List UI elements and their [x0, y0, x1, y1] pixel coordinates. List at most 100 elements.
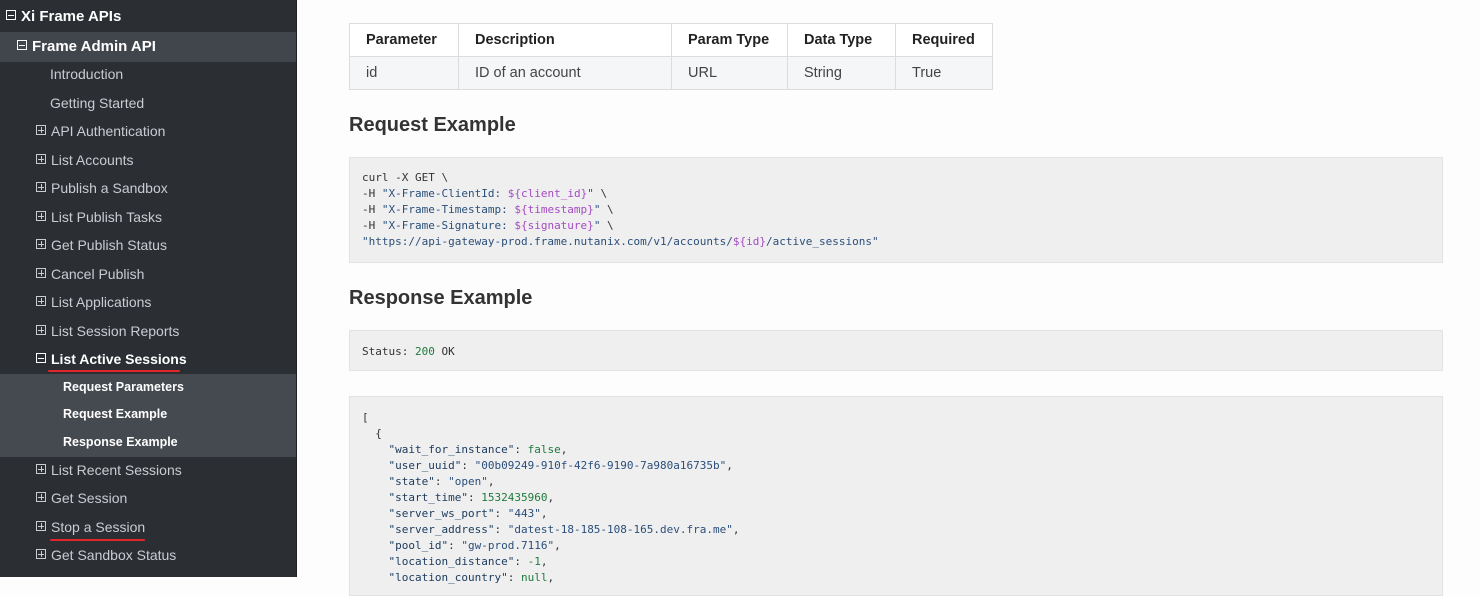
sidebar-root-item[interactable]: Xi Frame APIs	[0, 2, 296, 32]
code-string: "	[587, 187, 594, 200]
collapse-icon[interactable]	[6, 10, 16, 21]
sidebar-subitems: Request Parameters Request Example Respo…	[0, 374, 296, 457]
code-variable: ${timestamp}	[514, 203, 594, 216]
sidebar-item-get-publish-status[interactable]: Get Publish Status	[0, 231, 296, 259]
json-line: "user_uuid": "00b09249-910f-42f6-9190-7a…	[388, 459, 733, 472]
code-line: -H "X-Frame-ClientId: ${client_id}" \	[362, 187, 607, 200]
sidebar-subitem-label: Request Parameters	[63, 380, 184, 394]
code-line: curl -X GET \	[362, 171, 449, 184]
request-example-heading: Request Example	[349, 114, 516, 136]
sidebar-item-label: List Recent Sessions	[51, 462, 182, 478]
expand-icon[interactable]	[36, 239, 46, 250]
expand-icon[interactable]	[36, 492, 46, 503]
request-code-block: curl -X GET \ -H "X-Frame-ClientId: ${cl…	[349, 157, 1443, 263]
sidebar-subitem-response-example[interactable]: Response Example	[63, 429, 178, 456]
sidebar-item-list-publish-tasks[interactable]: List Publish Tasks	[0, 203, 296, 231]
json-value: "00b09249-910f-42f6-9190-7a980a16735b"	[474, 459, 727, 472]
sidebar-item-label: Get Publish Status	[51, 237, 167, 253]
sidebar-item-get-sandbox-status[interactable]: Get Sandbox Status	[0, 541, 296, 569]
sidebar-item-list-active-sessions[interactable]: List Active Sessions	[0, 345, 296, 373]
expand-icon[interactable]	[36, 268, 46, 279]
expand-icon[interactable]	[36, 211, 46, 222]
sidebar-item-api-authentication[interactable]: API Authentication	[0, 117, 296, 145]
column-header: Param Type	[671, 23, 788, 57]
code-string: "X-Frame-Timestamp:	[381, 203, 515, 216]
sidebar-item-list-applications[interactable]: List Applications	[0, 288, 296, 316]
sidebar-subitem-request-parameters[interactable]: Request Parameters	[63, 374, 184, 401]
code-token: \	[593, 187, 608, 200]
sidebar-item-publish-a-sandbox[interactable]: Publish a Sandbox	[0, 174, 296, 202]
sidebar-item-list-accounts[interactable]: List Accounts	[0, 146, 296, 174]
json-value: null	[520, 571, 548, 584]
sidebar-item-label: Cancel Publish	[51, 266, 145, 282]
collapse-icon[interactable]	[17, 40, 27, 51]
expand-icon[interactable]	[36, 464, 46, 475]
sidebar-item-label: Getting Started	[50, 95, 145, 111]
sidebar-item-stop-a-session[interactable]: Stop a Session	[0, 513, 296, 541]
column-header: Description	[458, 23, 672, 57]
expand-icon[interactable]	[36, 125, 46, 136]
code-variable: ${client_id}	[507, 187, 588, 200]
sidebar-item-getting-started[interactable]: Getting Started	[0, 89, 296, 117]
json-key: "user_uuid"	[388, 459, 462, 472]
code-token: -H	[362, 203, 382, 216]
code-token: [	[362, 411, 369, 424]
json-value: false	[527, 443, 561, 456]
status-text: OK	[434, 345, 455, 358]
json-line: "pool_id": "gw-prod.7116",	[388, 539, 561, 552]
code-variable: ${signature}	[514, 219, 594, 232]
table-cell: ID of an account	[458, 56, 672, 90]
code-string: "X-Frame-ClientId:	[381, 187, 508, 200]
sidebar-subitem-request-example[interactable]: Request Example	[63, 401, 167, 428]
json-value: "datest-18-185-108-165.dev.fra.me"	[507, 523, 733, 536]
json-key: "location_country"	[388, 571, 508, 584]
main-content: Parameter Description Param Type Data Ty…	[297, 0, 1480, 596]
table-cell: True	[895, 56, 993, 90]
sidebar-nav: Xi Frame APIs Frame Admin API Introducti…	[0, 0, 297, 577]
json-key: "location_distance"	[388, 555, 515, 568]
json-key: "server_address"	[388, 523, 495, 536]
sidebar-item-label: List Publish Tasks	[51, 209, 163, 225]
sidebar-item-list-session-reports[interactable]: List Session Reports	[0, 317, 296, 345]
json-line: "server_address": "datest-18-185-108-165…	[388, 523, 740, 536]
expand-icon[interactable]	[36, 154, 46, 165]
column-header: Parameter	[349, 23, 459, 57]
json-key: "wait_for_instance"	[388, 443, 515, 456]
response-status-block: Status: 200 OK	[349, 330, 1443, 371]
json-line: "server_ws_port": "443",	[388, 507, 548, 520]
sidebar-item-label: List Accounts	[51, 152, 134, 168]
sidebar-item-cancel-publish[interactable]: Cancel Publish	[0, 260, 296, 288]
sidebar-item-list-recent-sessions[interactable]: List Recent Sessions	[0, 456, 296, 484]
sidebar-subitem-label: Response Example	[63, 435, 178, 449]
expand-icon[interactable]	[36, 182, 46, 193]
sidebar-subitem-label: Request Example	[63, 407, 168, 421]
response-example-heading: Response Example	[349, 287, 533, 309]
sidebar-item-introduction[interactable]: Introduction	[0, 60, 296, 88]
sidebar-item-label: Introduction	[50, 66, 124, 82]
table-row: id ID of an account URL String True	[349, 56, 993, 90]
json-value: "443"	[507, 507, 541, 520]
sidebar-item-get-session[interactable]: Get Session	[0, 484, 296, 512]
column-header: Required	[895, 23, 993, 57]
expand-icon[interactable]	[36, 549, 46, 560]
json-line: "state": "open",	[388, 475, 495, 488]
sidebar-section-frame-admin-api[interactable]: Frame Admin API	[0, 32, 296, 62]
expand-icon[interactable]	[36, 325, 46, 336]
sidebar-item-label: Publish a Sandbox	[51, 180, 168, 196]
sidebar-item-label: List Session Reports	[51, 323, 180, 339]
collapse-icon[interactable]	[36, 353, 46, 364]
expand-icon[interactable]	[36, 296, 46, 307]
code-token: {	[375, 427, 382, 440]
code-string: /active_sessions"	[766, 235, 879, 248]
sidebar-section-label: Frame Admin API	[32, 38, 156, 55]
json-line: "location_distance": -1,	[388, 555, 548, 568]
status-code: 200	[414, 345, 435, 358]
json-value: "gw-prod.7116"	[461, 539, 555, 552]
code-token: \	[600, 203, 614, 216]
json-value: "open"	[448, 475, 488, 488]
code-string: "https://api-gateway-prod.frame.nutanix.…	[362, 235, 733, 248]
expand-icon[interactable]	[36, 521, 46, 532]
json-key: "server_ws_port"	[388, 507, 495, 520]
sidebar-item-label: Get Session	[51, 490, 128, 506]
table-header-row: Parameter Description Param Type Data Ty…	[349, 23, 993, 57]
